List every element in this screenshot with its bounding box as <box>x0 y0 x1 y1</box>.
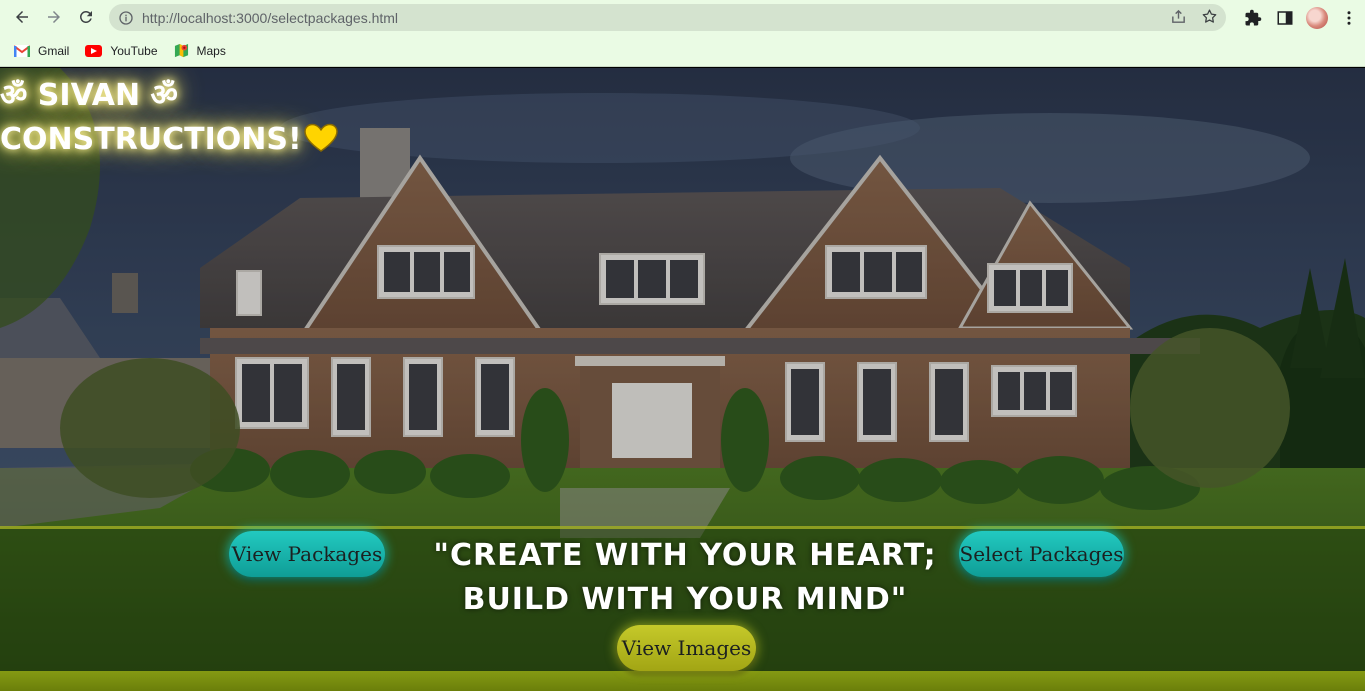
gmail-icon <box>14 44 30 57</box>
bookmark-label: Gmail <box>38 43 70 58</box>
share-icon[interactable] <box>1170 8 1187 25</box>
forward-arrow-icon[interactable] <box>40 3 68 31</box>
slogan-line-2: BUILD WITH YOUR MIND" <box>462 582 908 617</box>
kebab-menu-icon[interactable] <box>1333 4 1365 32</box>
url-host: http://localhost <box>142 9 233 26</box>
brand-title: ॐ SIVAN ॐ CONSTRUCTIONS! <box>0 74 338 166</box>
profile-avatar[interactable] <box>1306 6 1328 29</box>
select-packages-button[interactable]: Select Packages <box>959 531 1124 577</box>
bookmark-youtube[interactable]: YouTube <box>85 43 158 58</box>
brand-line-2-text: CONSTRUCTIONS! <box>0 122 302 157</box>
bookmark-label: Maps <box>196 43 226 58</box>
slogan-line-1: "CREATE WITH YOUR HEART; <box>433 538 937 573</box>
back-arrow-icon[interactable] <box>8 3 36 31</box>
bookmark-gmail[interactable]: Gmail <box>14 44 69 58</box>
banner-bottom-strip <box>0 671 1365 691</box>
brand-line-2: CONSTRUCTIONS! <box>0 118 338 166</box>
side-panel-icon[interactable] <box>1269 4 1301 32</box>
address-bar[interactable]: http://localhost:3000/selectpackages.htm… <box>109 4 1226 31</box>
reload-icon[interactable] <box>72 3 100 31</box>
heart-icon <box>303 122 338 166</box>
brand-line-1: ॐ SIVAN ॐ <box>0 78 178 113</box>
url-path: :3000/selectpackages.html <box>232 9 399 26</box>
page-viewport: ॐ SIVAN ॐ CONSTRUCTIONS! "CREATE WITH YO… <box>0 68 1365 691</box>
url-text[interactable]: http://localhost:3000/selectpackages.htm… <box>142 10 398 26</box>
bookmark-maps[interactable]: Maps <box>174 43 226 58</box>
star-icon[interactable] <box>1201 8 1218 25</box>
bookmarks-bar: Gmail YouTube Maps <box>0 35 1365 67</box>
view-packages-button[interactable]: View Packages <box>229 531 385 577</box>
youtube-icon <box>85 44 103 57</box>
bookmark-label: YouTube <box>110 43 158 58</box>
maps-icon <box>174 43 188 58</box>
browser-toolbar: http://localhost:3000/selectpackages.htm… <box>0 0 1365 35</box>
puzzle-icon[interactable] <box>1237 4 1269 32</box>
info-icon[interactable] <box>118 10 134 26</box>
slogan-quote: "CREATE WITH YOUR HEART; BUILD WITH YOUR… <box>425 534 945 622</box>
view-images-button[interactable]: View Images <box>617 625 756 671</box>
